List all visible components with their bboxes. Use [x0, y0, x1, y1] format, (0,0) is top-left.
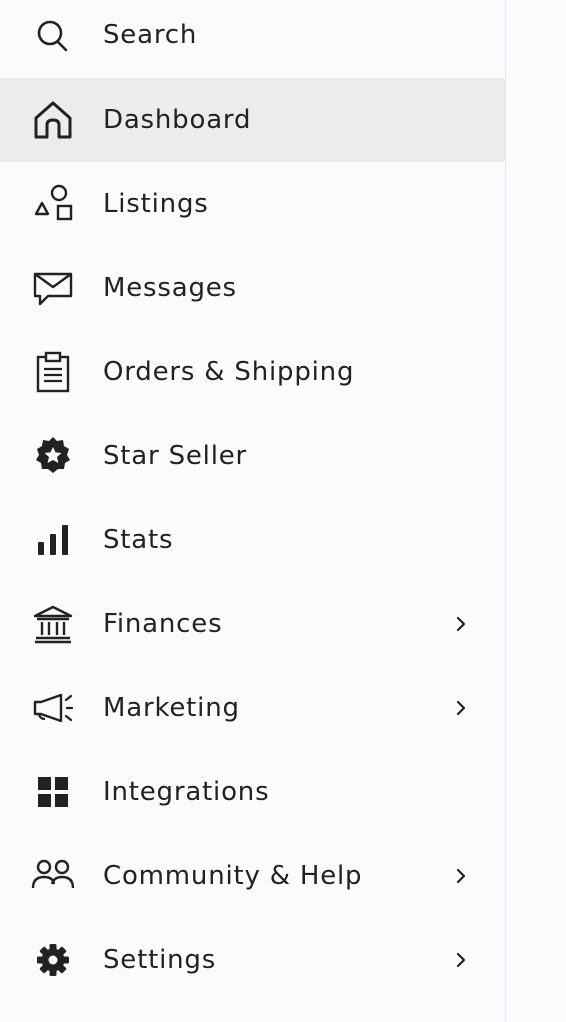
sidebar-item-stats[interactable]: Stats — [0, 498, 505, 582]
bank-icon — [31, 602, 75, 646]
sidebar-item-label: Dashboard — [103, 105, 252, 135]
sidebar-item-label: Listings — [103, 189, 209, 219]
sidebar-item-orders-shipping[interactable]: Orders & Shipping — [0, 330, 505, 414]
sidebar-item-label: Integrations — [103, 777, 270, 807]
chevron-right-icon[interactable] — [452, 867, 470, 885]
sidebar-item-integrations[interactable]: Integrations — [0, 750, 505, 834]
sidebar-item-label: Community & Help — [103, 861, 363, 891]
gear-icon — [31, 938, 75, 982]
sidebar-divider — [505, 0, 506, 1022]
sidebar-item-star-seller[interactable]: Star Seller — [0, 414, 505, 498]
chevron-right-icon[interactable] — [452, 615, 470, 633]
search-icon — [31, 16, 75, 60]
sidebar-item-search[interactable]: Search — [0, 0, 505, 78]
sidebar-item-label: Search — [103, 20, 198, 50]
chevron-right-icon[interactable] — [452, 951, 470, 969]
sidebar-item-finances[interactable]: Finances — [0, 582, 505, 666]
sidebar-item-label: Orders & Shipping — [103, 357, 355, 387]
bar-chart-icon — [31, 518, 75, 562]
sidebar-item-label: Marketing — [103, 693, 240, 723]
clipboard-icon — [31, 350, 75, 394]
sidebar-item-label: Star Seller — [103, 441, 248, 471]
sidebar-item-dashboard[interactable]: Dashboard — [0, 78, 505, 162]
sidebar-item-messages[interactable]: Messages — [0, 246, 505, 330]
chevron-right-icon[interactable] — [452, 699, 470, 717]
nav-list: Search Dashboard Listings Messages Order — [0, 0, 505, 1002]
sidebar-item-community-help[interactable]: Community & Help — [0, 834, 505, 918]
home-icon — [31, 98, 75, 142]
sidebar-nav: Search Dashboard Listings Messages Order — [0, 0, 505, 1022]
sidebar-item-label: Finances — [103, 609, 223, 639]
sidebar-item-listings[interactable]: Listings — [0, 162, 505, 246]
megaphone-icon — [31, 686, 75, 730]
grid-icon — [31, 770, 75, 814]
star-badge-icon — [31, 434, 75, 478]
sidebar-item-label: Settings — [103, 945, 217, 975]
shapes-icon — [31, 182, 75, 226]
sidebar-item-label: Stats — [103, 525, 174, 555]
envelope-icon — [31, 266, 75, 310]
sidebar-item-label: Messages — [103, 273, 237, 303]
sidebar-item-marketing[interactable]: Marketing — [0, 666, 505, 750]
people-icon — [31, 854, 75, 898]
sidebar-item-settings[interactable]: Settings — [0, 918, 505, 1002]
